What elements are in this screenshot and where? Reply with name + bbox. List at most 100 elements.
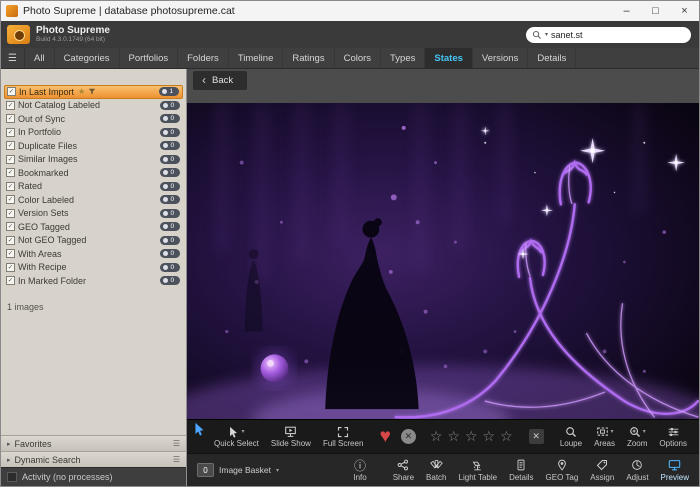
tab-categories[interactable]: Categories [55, 48, 120, 68]
label-checkbox-icon[interactable]: ✓ [6, 263, 15, 272]
panel-menu-icon[interactable]: ☰ [173, 439, 180, 448]
label-checkbox-icon[interactable]: ✓ [6, 168, 15, 177]
slide-show-button[interactable]: Slide Show [265, 424, 317, 449]
activity-status-bar[interactable]: Activity (no processes) [1, 467, 186, 486]
photo-preview-area [187, 103, 699, 419]
tab-ratings[interactable]: Ratings [283, 48, 334, 68]
share-button[interactable]: Share [387, 458, 420, 483]
artwork-image[interactable] [187, 103, 699, 419]
hamburger-menu-icon[interactable]: ☰ [1, 48, 25, 68]
main-content: ‹ Back [187, 69, 699, 486]
filter-item[interactable]: ✓ GEO Tagged 0 [4, 220, 183, 234]
areas-button[interactable]: ▾ Areas [588, 424, 621, 449]
tab-portfolios[interactable]: Portfolios [120, 48, 179, 68]
activity-icon [7, 472, 17, 482]
geo-tag-pin-icon [556, 459, 568, 471]
filter-item[interactable]: ✓ In Marked Folder 0 [4, 274, 183, 288]
areas-icon [596, 426, 609, 438]
rating-star-icon[interactable]: ☆ [483, 428, 496, 445]
panel-menu-icon[interactable]: ☰ [173, 455, 180, 464]
rating-star-icon[interactable]: ☆ [447, 428, 460, 445]
preview-label: Preview [661, 473, 689, 482]
close-button[interactable]: × [670, 1, 699, 21]
filter-item[interactable]: ✓ Similar Images 0 [4, 153, 183, 167]
tab-types[interactable]: Types [381, 48, 425, 68]
label-checkbox-icon[interactable]: ✓ [6, 276, 15, 285]
filter-item[interactable]: ✓ Rated 0 [4, 180, 183, 194]
count-badge: 0 [160, 222, 180, 231]
label-checkbox-icon[interactable]: ✓ [6, 249, 15, 258]
tab-versions[interactable]: Versions [473, 48, 528, 68]
options-label: Options [659, 439, 687, 448]
options-sliders-icon [667, 426, 680, 438]
options-button[interactable]: Options [653, 424, 693, 449]
filter-item[interactable]: ✓ With Recipe 0 [4, 261, 183, 275]
clear-rating-icon[interactable]: ✕ [529, 429, 544, 444]
preview-button[interactable]: Preview [655, 458, 695, 483]
label-checkbox-icon[interactable]: ✓ [6, 141, 15, 150]
filter-item[interactable]: ✓ In Last Import ★ 1 [4, 85, 183, 99]
full-screen-button[interactable]: Full Screen [317, 424, 369, 449]
reject-circle-x-icon[interactable]: ✕ [401, 429, 416, 444]
favorites-panel-header[interactable]: ▸ Favorites ☰ [1, 435, 186, 451]
batch-button[interactable]: Batch [420, 458, 452, 483]
tab-folders[interactable]: Folders [178, 48, 229, 68]
search-input[interactable] [551, 30, 661, 40]
label-checkbox-icon[interactable]: ✓ [7, 87, 16, 96]
chevron-down-icon[interactable]: ▾ [276, 467, 279, 474]
details-label: Details [509, 473, 533, 482]
app-logo-icon [7, 25, 30, 44]
adjust-button[interactable]: Adjust [620, 458, 654, 483]
label-checkbox-icon[interactable]: ✓ [6, 195, 15, 204]
label-checkbox-icon[interactable]: ✓ [6, 155, 15, 164]
label-checkbox-icon[interactable]: ✓ [6, 114, 15, 123]
search-icon [532, 30, 542, 40]
assign-button[interactable]: Assign [584, 458, 620, 483]
label-checkbox-icon[interactable]: ✓ [6, 222, 15, 231]
filter-item[interactable]: ✓ Bookmarked 0 [4, 166, 183, 180]
zoom-button[interactable]: ▾ Zoom [621, 424, 653, 449]
filter-item[interactable]: ✓ In Portfolio 0 [4, 126, 183, 140]
favorite-heart-icon[interactable]: ♥ [380, 427, 391, 446]
filter-label: In Portfolio [18, 127, 61, 137]
label-checkbox-icon[interactable]: ✓ [6, 128, 15, 137]
app-version: Build 4.3.0.1749 (64 bit) [36, 36, 110, 44]
search-scope-chevron-icon[interactable]: ▾ [545, 31, 548, 38]
filter-item[interactable]: ✓ Not Catalog Labeled 0 [4, 99, 183, 113]
dynamic-search-panel-header[interactable]: ▸ Dynamic Search ☰ [1, 451, 186, 467]
details-button[interactable]: Details [503, 458, 539, 483]
maximize-button[interactable]: □ [641, 1, 670, 21]
quick-select-button[interactable]: ▾ Quick Select [208, 424, 265, 449]
filter-item[interactable]: ✓ Not GEO Tagged 0 [4, 234, 183, 248]
minimize-button[interactable]: – [612, 1, 641, 21]
light-table-button[interactable]: Light Table [453, 458, 504, 483]
tab-states[interactable]: States [425, 48, 473, 68]
rating-star-icon[interactable]: ☆ [430, 428, 443, 445]
label-checkbox-icon[interactable]: ✓ [6, 101, 15, 110]
bottom-toolbar: 0 Image Basket ▾ ⓘ Info [187, 453, 699, 486]
filter-item[interactable]: ✓ Version Sets 0 [4, 207, 183, 221]
favorite-star-icon: ★ [78, 87, 85, 96]
filter-item[interactable]: ✓ Duplicate Files 0 [4, 139, 183, 153]
image-basket-button[interactable]: 0 Image Basket ▾ [191, 463, 285, 477]
tab-colors[interactable]: Colors [335, 48, 381, 68]
select-cursor-icon[interactable] [193, 420, 206, 436]
full-screen-label: Full Screen [323, 439, 363, 448]
tab-all[interactable]: All [25, 48, 55, 68]
label-checkbox-icon[interactable]: ✓ [6, 182, 15, 191]
info-button[interactable]: ⓘ Info [347, 458, 372, 483]
tab-timeline[interactable]: Timeline [229, 48, 284, 68]
back-button[interactable]: ‹ Back [193, 71, 247, 90]
loupe-button[interactable]: Loupe [554, 424, 588, 449]
filter-item[interactable]: ✓ Color Labeled 0 [4, 193, 183, 207]
label-checkbox-icon[interactable]: ✓ [6, 236, 15, 245]
tab-details[interactable]: Details [528, 48, 576, 68]
search-box[interactable]: ▾ [526, 27, 691, 43]
filter-item[interactable]: ✓ Out of Sync 0 [4, 112, 183, 126]
rating-star-icon[interactable]: ☆ [500, 428, 513, 445]
count-badge: 1 [159, 87, 179, 96]
rating-star-icon[interactable]: ☆ [465, 428, 478, 445]
geo-tag-button[interactable]: GEO Tag [540, 458, 585, 483]
filter-item[interactable]: ✓ With Areas 0 [4, 247, 183, 261]
label-checkbox-icon[interactable]: ✓ [6, 209, 15, 218]
